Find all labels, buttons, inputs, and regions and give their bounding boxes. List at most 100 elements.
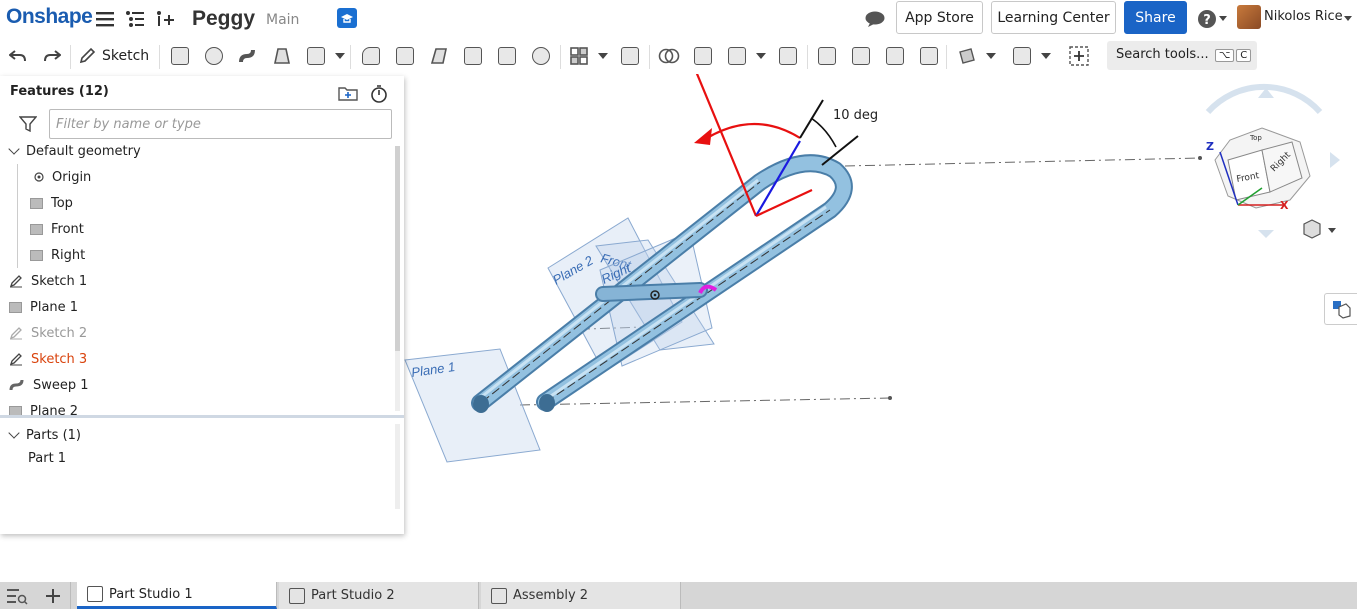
modify-fillet-icon[interactable] — [814, 43, 840, 69]
thicken-icon[interactable] — [303, 43, 329, 69]
user-name[interactable]: Nikolos Rice — [1264, 9, 1343, 24]
share-button[interactable]: Share — [1124, 1, 1187, 34]
tab-label: Part Studio 1 — [109, 586, 193, 602]
boolean-icon[interactable] — [656, 43, 682, 69]
mirror-icon[interactable] — [617, 43, 643, 69]
add-custom-feature-icon[interactable] — [1066, 43, 1092, 69]
chevron-down-icon[interactable] — [8, 143, 20, 155]
search-tools-button[interactable]: Search tools... ⌥ C — [1107, 41, 1257, 70]
sweep-icon — [9, 379, 24, 391]
sketch-label: Sketch — [102, 48, 150, 64]
replace-face-icon[interactable] — [916, 43, 942, 69]
origin-icon — [34, 172, 44, 182]
help-chevron-down-icon[interactable] — [1219, 16, 1227, 21]
chamfer-icon[interactable] — [392, 43, 418, 69]
tab-manager-icon[interactable] — [6, 587, 28, 609]
onshape-logo[interactable]: Onshape — [6, 5, 93, 29]
tab-assembly-2[interactable]: Assembly 2 — [481, 582, 681, 609]
feature-list-scrollbar-thumb[interactable] — [395, 146, 400, 351]
feature-label: Sweep 1 — [33, 377, 89, 393]
learning-center-button[interactable]: Learning Center — [991, 1, 1116, 34]
feature-list-icon[interactable] — [124, 8, 146, 30]
learning-badge-icon[interactable] — [337, 8, 357, 28]
draft-icon[interactable] — [426, 43, 452, 69]
feature-label: Top — [51, 195, 73, 211]
hole-icon[interactable] — [528, 43, 554, 69]
feature-front-plane[interactable]: Front — [30, 217, 84, 241]
dimension-label[interactable]: 10 deg — [833, 108, 878, 123]
feature-sweep-1[interactable]: Sweep 1 — [9, 373, 89, 397]
insert-feature-icon[interactable] — [154, 8, 176, 30]
sketch-button[interactable]: Sketch — [78, 43, 149, 69]
loft-icon[interactable] — [269, 43, 295, 69]
feature-sketch-3[interactable]: Sketch 3 — [9, 347, 87, 371]
chevron-down-icon[interactable] — [598, 53, 608, 59]
view-cube-menu-icon[interactable] — [1303, 219, 1336, 239]
feature-label: Sketch 1 — [31, 273, 88, 289]
feature-sketch-2[interactable]: Sketch 2 — [9, 321, 87, 345]
split-icon[interactable] — [690, 43, 716, 69]
feature-plane-1[interactable]: Plane 1 — [9, 295, 78, 319]
chevron-down-icon[interactable] — [1041, 53, 1051, 59]
feature-origin[interactable]: Origin — [34, 165, 91, 189]
sketch-icon — [9, 327, 22, 340]
user-chevron-down-icon[interactable] — [1344, 16, 1352, 21]
add-tab-icon[interactable] — [44, 587, 62, 609]
sweep-icon[interactable] — [235, 43, 261, 69]
mate-connector-icon[interactable] — [1009, 43, 1035, 69]
feature-plane-2[interactable]: Plane 2 — [9, 399, 78, 423]
default-geometry-label: Default geometry — [26, 143, 141, 159]
svg-text:X: X — [1280, 199, 1289, 212]
feature-sketch-1[interactable]: Sketch 1 — [9, 269, 87, 293]
transform-icon[interactable] — [724, 43, 750, 69]
sketch-icon — [9, 275, 22, 288]
chevron-down-icon[interactable] — [335, 53, 345, 59]
undo-icon[interactable] — [5, 43, 31, 69]
default-geometry-folder[interactable]: Default geometry — [8, 139, 141, 163]
feature-label: Sketch 2 — [31, 325, 88, 341]
plane-tool-icon[interactable] — [954, 43, 980, 69]
plane-icon — [30, 249, 43, 261]
extrude-icon[interactable] — [167, 43, 193, 69]
panel-divider[interactable] — [0, 415, 404, 418]
rollback-timer-icon[interactable] — [370, 84, 388, 108]
tab-part-studio-2[interactable]: Part Studio 2 — [279, 582, 479, 609]
revolve-icon[interactable] — [201, 43, 227, 69]
branch-name[interactable]: Main — [266, 12, 299, 28]
avatar[interactable] — [1237, 5, 1261, 29]
delete-face-icon[interactable] — [848, 43, 874, 69]
filter-icon[interactable] — [18, 116, 38, 136]
svg-text:Z: Z — [1206, 140, 1214, 153]
filter-input[interactable] — [49, 109, 392, 139]
add-folder-icon[interactable] — [338, 84, 358, 106]
view-cube[interactable]: Z X Front Right Top — [1205, 83, 1340, 238]
fillet-icon[interactable] — [358, 43, 384, 69]
chevron-down-icon[interactable] — [8, 427, 20, 439]
rib-icon[interactable] — [460, 43, 486, 69]
features-title: Features (12) — [10, 84, 109, 99]
redo-icon[interactable] — [39, 43, 65, 69]
feature-label: Sketch 3 — [31, 351, 88, 367]
comments-icon[interactable] — [864, 8, 886, 30]
app-store-button[interactable]: App Store — [896, 1, 983, 34]
tab-part-studio-1[interactable]: Part Studio 1 — [77, 582, 277, 609]
pencil-icon — [79, 47, 96, 64]
parts-folder[interactable]: Parts (1) — [8, 423, 81, 447]
move-face-icon[interactable] — [882, 43, 908, 69]
help-icon[interactable]: ? — [1196, 8, 1218, 30]
document-title[interactable]: Peggy — [192, 7, 255, 31]
part-studio-icon — [289, 587, 305, 604]
part-item[interactable]: Part 1 — [28, 446, 66, 470]
feature-list-panel: Features (12) Default geometry Origin To… — [0, 76, 404, 534]
parts-scrollbar[interactable] — [395, 424, 400, 509]
hamburger-menu-icon[interactable] — [94, 8, 116, 30]
shortcut-key-c: C — [1236, 49, 1252, 62]
delete-part-icon[interactable] — [775, 43, 801, 69]
shell-icon[interactable] — [494, 43, 520, 69]
linear-pattern-icon[interactable] — [566, 43, 592, 69]
chevron-down-icon[interactable] — [986, 53, 996, 59]
feature-top-plane[interactable]: Top — [30, 191, 73, 215]
feature-right-plane[interactable]: Right — [30, 243, 85, 267]
appearance-panel-button[interactable] — [1324, 293, 1357, 325]
chevron-down-icon[interactable] — [756, 53, 766, 59]
